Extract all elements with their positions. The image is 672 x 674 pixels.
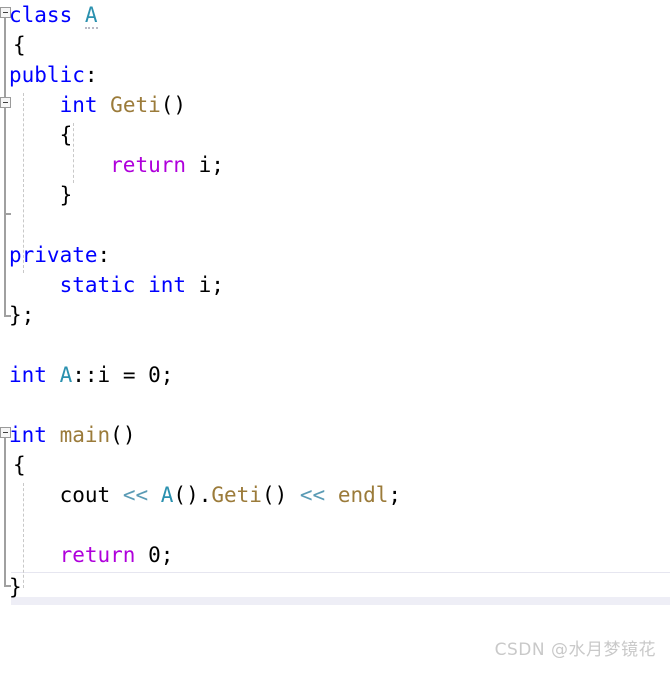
token-plain: ::i = 0; [72, 363, 174, 387]
token-parens: () [261, 483, 288, 507]
token-call: (). [173, 483, 212, 507]
token-brace: } [9, 575, 22, 599]
token-keyword: int [59, 93, 98, 117]
code-line[interactable]: { [0, 450, 672, 480]
code-line-blank[interactable] [0, 510, 672, 540]
code-line[interactable]: { [0, 120, 672, 150]
code-line[interactable]: int main() [0, 420, 672, 450]
token-plain: i; [186, 273, 224, 297]
token-keyword: static int [59, 273, 187, 297]
token-stream-operator: << [299, 483, 326, 507]
token-control-keyword: return [110, 153, 187, 177]
code-line[interactable]: { [0, 30, 672, 60]
code-line[interactable]: public: [0, 60, 672, 90]
token-brace: { [13, 33, 26, 57]
code-line[interactable]: cout << A().Geti() << endl; [0, 480, 672, 510]
code-line[interactable]: private: [0, 240, 672, 270]
code-editor[interactable]: class A { public: int Geti() { return i;… [0, 0, 672, 674]
token-parens: () [110, 423, 136, 447]
token-keyword: int [9, 363, 47, 387]
token-semicolon: ; [388, 483, 402, 507]
token-function: main [59, 423, 111, 447]
token-plain: 0; [135, 543, 174, 567]
csdn-watermark: CSDN @水月梦镜花 [494, 640, 656, 660]
code-line[interactable]: return i; [0, 150, 672, 180]
token-keyword: private [9, 243, 98, 267]
token-brace: { [59, 123, 73, 147]
code-line[interactable]: int A::i = 0; [0, 360, 672, 390]
token-function: Geti [211, 483, 262, 507]
code-line[interactable]: static int i; [0, 270, 672, 300]
code-line-blank[interactable] [0, 210, 672, 240]
token-stream-operator: << [122, 483, 149, 507]
code-line-current[interactable]: } [0, 572, 672, 602]
token-user-type: A [160, 483, 174, 507]
token-keyword: class [9, 3, 73, 27]
token-control-keyword: return [59, 543, 136, 567]
token-function: Geti [110, 93, 161, 117]
token-brace: { [13, 453, 26, 477]
token-identifier-cout: cout [59, 483, 111, 507]
code-surface[interactable]: class A { public: int Geti() { return i;… [0, 0, 672, 605]
code-line[interactable]: class A [0, 0, 672, 30]
token-user-type: A [84, 3, 98, 29]
token-brace: } [59, 183, 73, 207]
token-keyword: public [9, 63, 85, 87]
code-line-blank[interactable] [0, 330, 672, 360]
token-punct: : [97, 243, 111, 267]
code-line-blank[interactable] [0, 390, 672, 420]
token-user-type: A [59, 363, 73, 387]
token-plain: i; [186, 153, 224, 177]
code-line[interactable]: int Geti() [0, 90, 672, 120]
code-line[interactable]: } [0, 180, 672, 210]
token-brace: }; [9, 303, 35, 327]
code-line[interactable]: return 0; [0, 540, 672, 570]
token-punct: : [84, 63, 98, 87]
token-endl: endl [337, 483, 389, 507]
code-line[interactable]: }; [0, 300, 672, 330]
token-parens: () [160, 93, 187, 117]
token-keyword: int [9, 423, 47, 447]
